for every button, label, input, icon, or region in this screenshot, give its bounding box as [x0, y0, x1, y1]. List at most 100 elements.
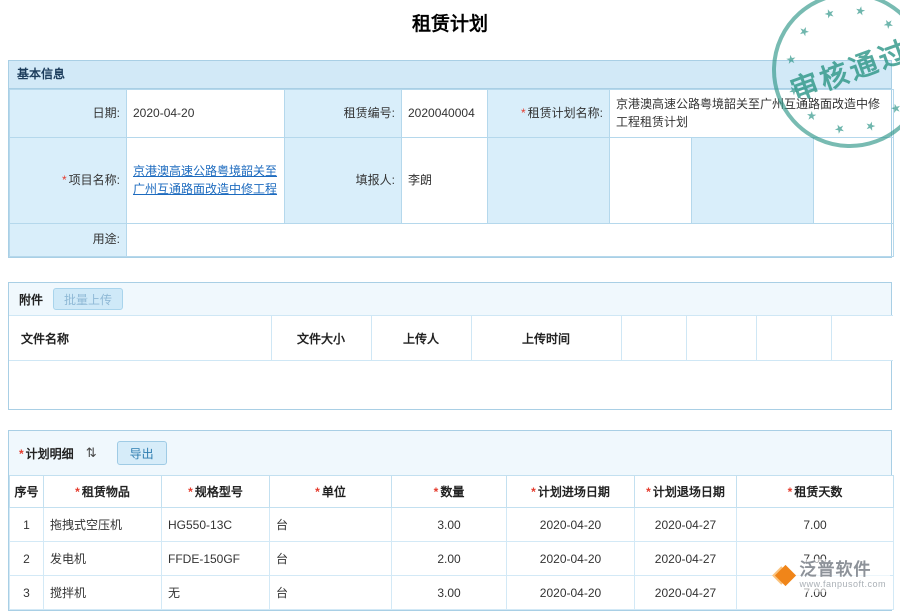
empty-value-cell	[814, 138, 894, 224]
plan-name-value-cell: 京港澳高速公路粤境韶关至广州互通路面改造中修工程租赁计划	[610, 90, 894, 138]
cell-item: 发电机	[44, 542, 162, 576]
cell-model: HG550-13C	[162, 508, 270, 542]
cell-qty: 3.00	[392, 576, 507, 610]
attachments-header: 附件 批量上传	[9, 283, 891, 315]
table-row[interactable]: 2 发电机 FFDE-150GF 台 2.00 2020-04-20 2020-…	[10, 542, 894, 576]
date-label: 日期:	[93, 106, 120, 120]
basic-info-title: 基本信息	[17, 67, 65, 81]
cell-end-date: 2020-04-27	[635, 508, 737, 542]
vendor-url: www.fanpusoft.com	[799, 580, 886, 590]
cell-days: 7.00	[737, 508, 894, 542]
required-marker: *	[788, 485, 793, 499]
col-header-uploader: 上传人	[371, 316, 471, 361]
sort-icon[interactable]: ⇅	[86, 445, 97, 461]
required-marker: *	[315, 485, 320, 499]
purpose-label-cell: 用途:	[10, 224, 127, 257]
plan-details-title: 计划明细	[26, 447, 74, 461]
plan-details-section: *计划明细 ⇅ 导出 序号 *租赁物品 *规格型号 *单位 *数量 *计划进场日…	[8, 430, 892, 611]
days-header-label: 租赁天数	[794, 485, 842, 499]
project-label-cell: *项目名称:	[10, 138, 127, 224]
required-marker: *	[62, 173, 67, 187]
end-date-header-label: 计划退场日期	[653, 485, 725, 499]
required-marker: *	[188, 485, 193, 499]
empty-label-cell	[692, 138, 814, 224]
basic-info-table: 日期: 2020-04-20 租赁编号: 2020040004 *租赁计划名称:…	[9, 89, 894, 257]
item-header-label: 租赁物品	[82, 485, 130, 499]
cell-model: 无	[162, 576, 270, 610]
cell-start-date: 2020-04-20	[507, 508, 635, 542]
cell-unit: 台	[270, 576, 392, 610]
col-header-item: *租赁物品	[44, 476, 162, 508]
purpose-label: 用途:	[93, 232, 120, 246]
col-header-empty	[831, 316, 893, 361]
vendor-brand: 泛普软件	[799, 561, 886, 580]
attachments-empty-area	[9, 361, 891, 409]
plan-details-title-wrap: *计划明细	[19, 445, 74, 462]
page-title: 租赁计划	[0, 0, 900, 38]
purpose-value-cell	[127, 224, 894, 257]
vendor-logo-icon	[775, 565, 796, 586]
start-date-header-label: 计划进场日期	[538, 485, 610, 499]
col-header-empty	[756, 316, 831, 361]
cell-model: FFDE-150GF	[162, 542, 270, 576]
table-row[interactable]: 3 搅拌机 无 台 3.00 2020-04-20 2020-04-27 7.0…	[10, 576, 894, 610]
col-header-filename: 文件名称	[9, 316, 271, 361]
col-header-unit: *单位	[270, 476, 392, 508]
col-header-seq: 序号	[10, 476, 44, 508]
project-link[interactable]: 京港澳高速公路粤境韶关至广州互通路面改造中修工程	[133, 164, 277, 195]
unit-header-label: 单位	[322, 485, 346, 499]
rent-no-label-cell: 租赁编号:	[285, 90, 402, 138]
attachments-title: 附件	[19, 291, 43, 308]
col-header-upload-time: 上传时间	[471, 316, 621, 361]
project-label: 项目名称:	[69, 173, 120, 187]
vendor-text-wrap: 泛普软件 www.fanpusoft.com	[799, 561, 886, 590]
model-header-label: 规格型号	[195, 485, 243, 499]
filesize-header-label: 文件大小	[297, 332, 345, 346]
col-header-qty: *数量	[392, 476, 507, 508]
col-header-model: *规格型号	[162, 476, 270, 508]
cell-end-date: 2020-04-27	[635, 542, 737, 576]
filename-header-label: 文件名称	[21, 332, 69, 346]
required-marker: *	[521, 106, 526, 120]
batch-upload-button[interactable]: 批量上传	[53, 288, 123, 310]
col-header-end-date: *计划退场日期	[635, 476, 737, 508]
attachments-table: 文件名称 文件大小 上传人 上传时间	[9, 315, 893, 361]
vendor-watermark: 泛普软件 www.fanpusoft.com	[774, 559, 890, 592]
required-marker: *	[75, 485, 80, 499]
cell-start-date: 2020-04-20	[507, 542, 635, 576]
reporter-value-cell: 李朗	[402, 138, 488, 224]
cell-qty: 2.00	[392, 542, 507, 576]
qty-header-label: 数量	[440, 485, 464, 499]
date-label-cell: 日期:	[10, 90, 127, 138]
required-marker: *	[531, 485, 536, 499]
cell-qty: 3.00	[392, 508, 507, 542]
required-marker: *	[434, 485, 439, 499]
required-marker: *	[646, 485, 651, 499]
cell-unit: 台	[270, 542, 392, 576]
empty-value-cell	[610, 138, 692, 224]
required-marker: *	[19, 447, 24, 461]
plan-name-value: 京港澳高速公路粤境韶关至广州互通路面改造中修工程租赁计划	[616, 97, 880, 128]
cell-seq: 1	[10, 508, 44, 542]
project-value-cell: 京港澳高速公路粤境韶关至广州互通路面改造中修工程	[127, 138, 285, 224]
cell-start-date: 2020-04-20	[507, 576, 635, 610]
col-header-empty	[686, 316, 756, 361]
table-row[interactable]: 1 拖拽式空压机 HG550-13C 台 3.00 2020-04-20 202…	[10, 508, 894, 542]
reporter-label-cell: 填报人:	[285, 138, 402, 224]
reporter-value: 李朗	[408, 173, 432, 187]
seq-header-label: 序号	[14, 485, 38, 499]
cell-item: 拖拽式空压机	[44, 508, 162, 542]
date-value: 2020-04-20	[133, 106, 194, 120]
reporter-label: 填报人:	[356, 173, 395, 187]
empty-label-cell	[488, 138, 610, 224]
col-header-days: *租赁天数	[737, 476, 894, 508]
cell-seq: 2	[10, 542, 44, 576]
col-header-empty	[621, 316, 686, 361]
col-header-start-date: *计划进场日期	[507, 476, 635, 508]
rent-no-value: 2020040004	[408, 106, 475, 120]
basic-info-header: 基本信息	[9, 61, 891, 89]
uploader-header-label: 上传人	[403, 332, 439, 346]
attachments-section: 附件 批量上传 文件名称 文件大小 上传人 上传时间	[8, 282, 892, 410]
details-header-row: 序号 *租赁物品 *规格型号 *单位 *数量 *计划进场日期 *计划退场日期 *…	[10, 476, 894, 508]
export-button[interactable]: 导出	[117, 441, 167, 465]
